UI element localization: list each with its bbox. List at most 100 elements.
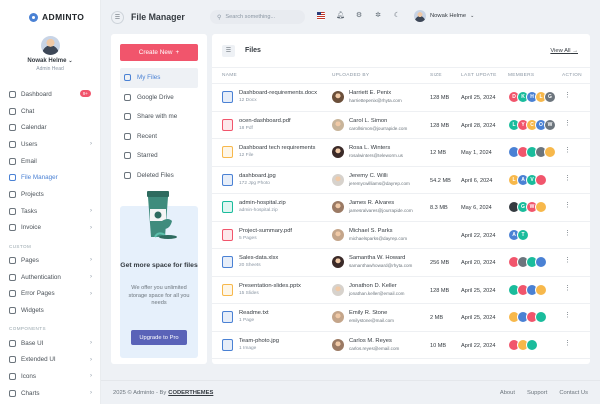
- footer-link-contact-us[interactable]: Contact Us: [559, 390, 588, 396]
- more-actions-icon[interactable]: ⋮: [564, 230, 571, 237]
- uploader-cell: Michael S. Parks michaelsparks@dayrep.com: [332, 228, 407, 241]
- search-input[interactable]: ⚲ Search something...: [210, 10, 305, 24]
- sidebar-item-chat[interactable]: Chat: [0, 103, 100, 120]
- more-actions-icon[interactable]: ⋮: [564, 175, 571, 182]
- table-row[interactable]: Team-photo.jpg 1 Image Carlos M. Reyes carl…: [212, 332, 590, 359]
- avatar[interactable]: [40, 36, 60, 55]
- file-name[interactable]: admin-hospital.zip: [239, 200, 286, 206]
- member-avatar[interactable]: G: [544, 91, 556, 103]
- more-actions-icon[interactable]: ⋮: [564, 340, 571, 347]
- file-nav-starred[interactable]: Starred: [120, 146, 198, 166]
- member-avatar[interactable]: [544, 146, 556, 158]
- chevron-right-icon: ›: [90, 224, 92, 231]
- member-avatar[interactable]: [535, 311, 547, 323]
- profile-name-dropdown[interactable]: Nowak Helme ⌄: [0, 58, 100, 64]
- members-group: [508, 311, 547, 323]
- gear-icon[interactable]: ✲: [374, 12, 382, 20]
- sidebar-item-dashboard[interactable]: Dashboard 9+: [0, 86, 100, 103]
- member-avatar[interactable]: T: [517, 228, 529, 241]
- file-name[interactable]: ocen-dashboard.pdf: [239, 118, 291, 124]
- member-avatar[interactable]: [535, 283, 547, 296]
- sidebar-item-file-manager[interactable]: File Manager: [0, 169, 100, 186]
- files-menu-button[interactable]: ☰: [222, 44, 235, 57]
- sidebar-item-authentication[interactable]: Authentication ›: [0, 269, 100, 286]
- file-nav-recent[interactable]: Recent: [120, 127, 198, 147]
- table-row[interactable]: Dashboard tech requirements 12 File Rosa L…: [212, 139, 590, 167]
- sidebar-item-invoice[interactable]: Invoice ›: [0, 220, 100, 237]
- view-all-link[interactable]: View All →: [550, 48, 578, 54]
- member-avatar[interactable]: [535, 256, 547, 268]
- sidebar-item-label: Projects: [21, 190, 44, 198]
- file-nav-google-drive[interactable]: Google Drive: [120, 88, 198, 108]
- sidebar-item-projects[interactable]: Projects: [0, 186, 100, 203]
- sidebar-item-tasks[interactable]: Tasks ›: [0, 203, 100, 220]
- more-actions-icon[interactable]: ⋮: [564, 202, 571, 209]
- upgrade-button[interactable]: Upgrade to Pro: [131, 330, 187, 345]
- member-avatar[interactable]: [535, 173, 547, 186]
- file-name-cell: Team-photo.jpg 1 Image: [222, 338, 279, 351]
- file-name[interactable]: Dashboard-requirements.docx: [239, 90, 317, 96]
- file-icon: [222, 118, 233, 131]
- file-name[interactable]: Readme.txt: [239, 310, 269, 316]
- more-actions-icon[interactable]: ⋮: [564, 92, 571, 99]
- file-name[interactable]: Dashboard tech requirements: [239, 145, 315, 151]
- file-nav-share-with-me[interactable]: Share with me: [120, 107, 198, 127]
- table-row[interactable]: Sales-data.xlsx 20 Sheets Samantha W. Howa…: [212, 249, 590, 277]
- sidebar-item-users[interactable]: Users ›: [0, 136, 100, 153]
- footer-link-support[interactable]: Support: [527, 390, 547, 396]
- sidebar-item-charts[interactable]: Charts ›: [0, 385, 100, 402]
- more-actions-icon[interactable]: ⋮: [564, 312, 571, 319]
- company-link[interactable]: CODERTHEMES: [168, 390, 213, 396]
- language-flag-icon[interactable]: [317, 12, 325, 20]
- more-actions-icon[interactable]: ⋮: [564, 147, 571, 154]
- view-all-label: View All: [550, 48, 571, 54]
- file-nav-my-files[interactable]: My Files: [120, 68, 198, 88]
- sidebar-item-email[interactable]: Email: [0, 153, 100, 170]
- more-actions-icon[interactable]: ⋮: [564, 285, 571, 292]
- sidebar-item-error-pages[interactable]: Error Pages ›: [0, 286, 100, 303]
- create-new-button[interactable]: Create New +: [120, 44, 198, 61]
- sidebar-item-base-ui[interactable]: Base UI ›: [0, 335, 100, 352]
- member-avatar[interactable]: [535, 201, 547, 213]
- file-name[interactable]: Project-summary.pdf: [239, 228, 292, 234]
- file-name[interactable]: Sales-data.xlsx: [239, 255, 278, 261]
- moon-icon[interactable]: ☾: [393, 12, 401, 20]
- brand[interactable]: ADMINTO: [0, 0, 100, 34]
- sidebar-item-label: Invoice: [21, 224, 41, 232]
- file-name[interactable]: Team-photo.jpg: [239, 338, 279, 344]
- chevron-right-icon: ›: [90, 207, 92, 214]
- sidebar-item-calendar[interactable]: Calendar: [0, 119, 100, 136]
- file-name[interactable]: Presentation-slides.pptx: [239, 283, 301, 289]
- menu-toggle-button[interactable]: ☰: [111, 10, 124, 24]
- table-row[interactable]: Project-summary.pdf 5 Pages Michael S. Par…: [212, 222, 590, 249]
- file-name-cell: Readme.txt 1 Page: [222, 310, 269, 323]
- sidebar-item-label: Icons: [21, 373, 37, 381]
- more-actions-icon[interactable]: ⋮: [564, 120, 571, 127]
- table-row[interactable]: admin-hospital.zip admin-hospital.zip Jame…: [212, 194, 590, 222]
- uploader-cell: Harriett E. Penix harriettepenix@rhyta.co…: [332, 90, 402, 103]
- table-row[interactable]: ocen-dashboard.pdf 18 Pdf Carol L. Simon ca…: [212, 112, 590, 139]
- footer-link-about[interactable]: About: [500, 390, 515, 396]
- user-menu[interactable]: Nowak Helme ⌄: [414, 10, 474, 22]
- table-row[interactable]: Dashboard-requirements.docx 12 Docx Harrie…: [212, 84, 590, 112]
- file-name[interactable]: dashboard.jpg: [239, 173, 276, 179]
- last-update: May 6, 2024: [461, 205, 492, 211]
- sidebar-item-label: Error Pages: [21, 290, 55, 298]
- table-row[interactable]: Readme.txt 1 Page Emily R. Stone emilystone…: [212, 304, 590, 332]
- members-group: [508, 146, 556, 158]
- sidebar-item-widgets[interactable]: Widgets: [0, 302, 100, 319]
- chevron-right-icon: ›: [90, 141, 92, 148]
- table-row[interactable]: Presentation-slides.pptx 15 Slides Jonatho…: [212, 277, 590, 304]
- member-avatar[interactable]: [526, 338, 538, 351]
- bell-icon[interactable]: 🔔︎: [336, 12, 345, 20]
- sidebar-item-icons[interactable]: Icons ›: [0, 368, 100, 385]
- file-meta: 1 Image: [239, 345, 257, 351]
- member-avatar[interactable]: W: [544, 118, 556, 131]
- table-row[interactable]: dashboard.jpg 172 Jpg Photo Jeremy C. Will…: [212, 167, 590, 194]
- more-actions-icon[interactable]: ⋮: [564, 257, 571, 264]
- apps-icon[interactable]: ⚙︎: [355, 12, 363, 20]
- sidebar-item-pages[interactable]: Pages ›: [0, 252, 100, 269]
- file-size: 8.3 MB: [430, 205, 448, 211]
- sidebar-item-label: File Manager: [21, 174, 58, 182]
- sidebar-item-extended-ui[interactable]: Extended UI ›: [0, 352, 100, 369]
